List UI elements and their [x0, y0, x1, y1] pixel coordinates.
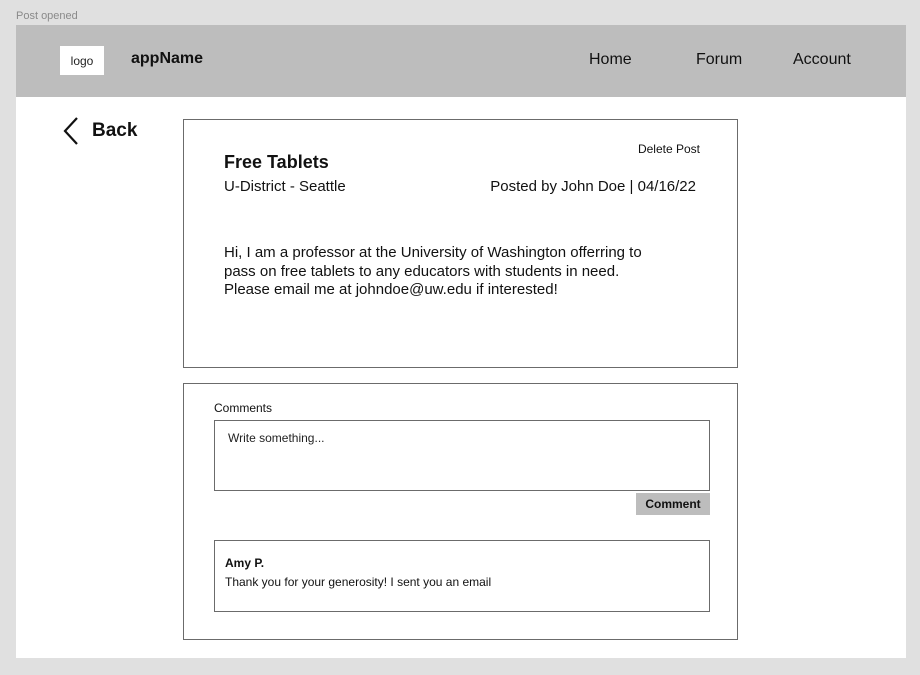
app-name[interactable]: appName — [131, 50, 203, 68]
frame-label: Post opened — [16, 10, 78, 22]
chevron-left-icon — [63, 117, 78, 145]
comment-text: Thank you for your generosity! I sent yo… — [225, 575, 492, 589]
delete-post-button[interactable]: Delete Post — [638, 142, 700, 156]
comment-input[interactable]: Write something... — [214, 420, 710, 491]
comments-heading: Comments — [214, 401, 273, 415]
comment-item: Amy P. Thank you for your generosity! I … — [214, 540, 710, 612]
back-label: Back — [92, 120, 138, 141]
post-body: Hi, I am a professor at the University o… — [224, 244, 642, 298]
post-opened-screen: logo appName Home Forum Account Back Del… — [16, 25, 906, 658]
post-card: Delete Post Free Tablets U-District - Se… — [183, 119, 738, 368]
nav-link-home[interactable]: Home — [589, 51, 632, 69]
navbar: logo appName Home Forum Account — [16, 25, 906, 97]
comments-card: Comments Write something... Comment Amy … — [183, 383, 738, 640]
post-location: U-District - Seattle — [224, 178, 346, 195]
post-title: Free Tablets — [224, 152, 329, 172]
back-button[interactable]: Back — [62, 115, 137, 147]
comment-submit-button[interactable]: Comment — [636, 493, 710, 515]
comment-author: Amy P. — [225, 556, 265, 570]
nav-link-account[interactable]: Account — [793, 51, 851, 69]
post-meta: Posted by John Doe | 04/16/22 — [490, 178, 696, 195]
logo[interactable]: logo — [60, 46, 104, 75]
nav-link-forum[interactable]: Forum — [696, 51, 742, 69]
